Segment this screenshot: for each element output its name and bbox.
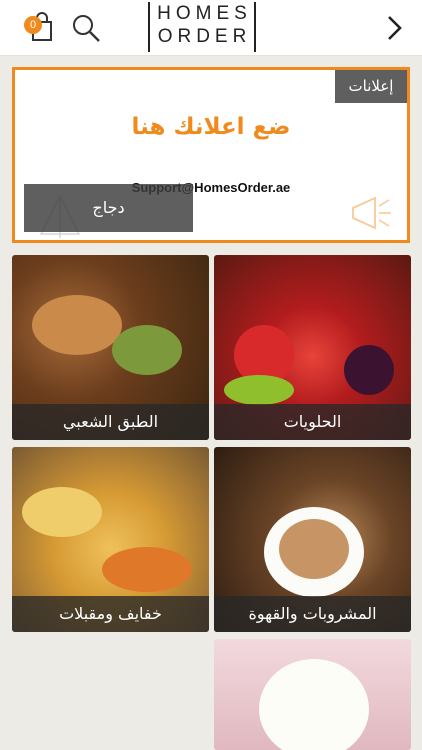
fries-image xyxy=(102,547,192,592)
latte-art-image xyxy=(279,519,349,579)
search-button[interactable] xyxy=(70,12,102,44)
next-button[interactable] xyxy=(380,12,408,44)
megaphone-icon xyxy=(352,196,391,230)
category-tile-snacks[interactable]: خفايف ومقبلات xyxy=(12,447,209,632)
search-icon xyxy=(73,15,100,42)
category-tile-desserts[interactable]: الحلويات xyxy=(214,255,411,440)
category-label: المشروبات والقهوة xyxy=(214,596,411,632)
cart-button[interactable]: 0 xyxy=(24,10,58,44)
category-tile-cupcakes[interactable] xyxy=(214,639,411,750)
category-label: الطبق الشعبي xyxy=(12,404,209,440)
cupcake-image xyxy=(259,659,369,750)
grape-image xyxy=(344,345,394,395)
food-image xyxy=(112,325,182,375)
logo-line-2: ORDER xyxy=(157,26,252,47)
ad-title: ضع اعلانك هنا xyxy=(131,114,291,140)
chips-image xyxy=(22,487,102,537)
kiwi-image xyxy=(224,375,294,405)
category-tile-drinks-coffee[interactable]: المشروبات والقهوة xyxy=(214,447,411,632)
ad-banner[interactable]: إعلانات ضع اعلانك هنا Support@HomesOrder… xyxy=(12,67,410,243)
cart-count-badge: 0 xyxy=(24,16,42,34)
top-bar: 0 HOMES ORDER xyxy=(0,0,422,56)
logo-line-1: HOMES xyxy=(157,3,252,24)
category-tile-popular-dishes[interactable]: الطبق الشعبي xyxy=(12,255,209,440)
chevron-right-icon xyxy=(388,16,402,40)
food-image xyxy=(32,295,122,355)
category-label: خفايف ومقبلات xyxy=(12,596,209,632)
category-label: الحلويات xyxy=(214,404,411,440)
ads-tag: إعلانات xyxy=(335,70,407,103)
ad-category-label[interactable]: دجاج xyxy=(24,184,193,232)
app-logo: HOMES ORDER xyxy=(148,2,256,52)
